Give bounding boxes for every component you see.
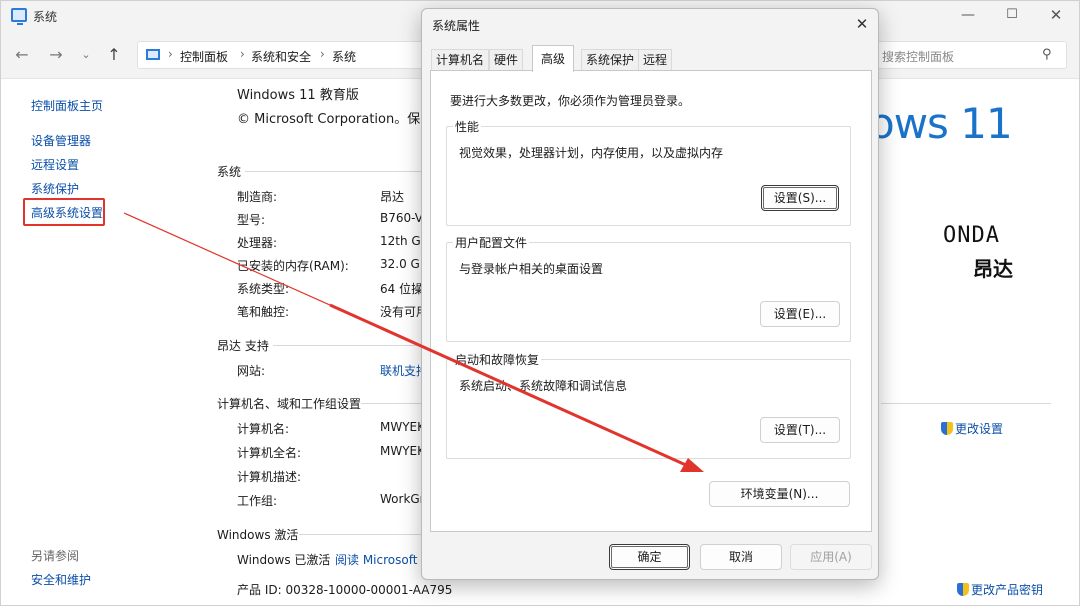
computer-value: MWYEK [380, 420, 425, 434]
computer-label: 工作组: [237, 494, 278, 508]
spec-value: 昂达 [380, 190, 405, 204]
tab-advanced[interactable]: 高级 [532, 45, 575, 72]
computer-label: 计算机描述: [237, 470, 302, 484]
recent-locations-chevron-icon[interactable]: ⌄ [75, 45, 97, 65]
uac-shield-icon [957, 583, 969, 596]
change-product-key-link[interactable]: 更改产品密钥 [957, 581, 1043, 598]
section-divider [299, 534, 421, 535]
uac-shield-icon [941, 422, 953, 435]
dialog-title: 系统属性 [432, 19, 481, 33]
group-description: 与登录帐户相关的桌面设置 [459, 262, 604, 276]
activation-section-heading: Windows 激活 [217, 528, 299, 542]
spec-label: 处理器: [237, 236, 278, 250]
up-arrow-icon[interactable]: ↑ [103, 45, 125, 65]
computer-name-section-heading: 计算机名、域和工作组设置 [217, 397, 362, 411]
performance-settings-button[interactable]: 设置(S)... [761, 185, 839, 211]
see-also-heading: 另请参阅 [31, 549, 80, 563]
breadcrumb-separator-icon: › [240, 47, 245, 61]
activation-status: Windows 已激活 [237, 553, 331, 567]
cancel-button[interactable]: 取消 [700, 544, 782, 570]
spec-label: 系统类型: [237, 282, 290, 296]
windows-edition: Windows 11 教育版 [237, 88, 359, 103]
breadcrumb-separator-icon: › [168, 47, 173, 61]
group-description: 视觉效果，处理器计划，内存使用，以及虚拟内存 [459, 146, 724, 160]
system-protection-link[interactable]: 系统保护 [31, 180, 79, 197]
support-section-heading: 昂达 支持 [217, 339, 269, 353]
performance-group: 性能 视觉效果，处理器计划，内存使用，以及虚拟内存 设置(S)... [446, 118, 851, 226]
control-panel-icon [146, 49, 160, 60]
search-placeholder: 搜索控制面板 [882, 50, 955, 64]
group-label: 性能 [453, 118, 482, 135]
close-window-button[interactable]: ✕ [1041, 5, 1071, 25]
forward-arrow-icon[interactable]: → [45, 45, 67, 65]
section-divider [361, 403, 421, 404]
tab-computer-name[interactable]: 计算机名 [431, 49, 490, 71]
system-properties-dialog: 系统属性 ✕ 计算机名 硬件 高级 系统保护 远程 要进行大多数更改，你必须作为… [421, 8, 879, 580]
group-label: 用户配置文件 [453, 234, 530, 251]
section-divider [273, 345, 421, 346]
system-section-heading: 系统 [217, 165, 242, 179]
apply-button[interactable]: 应用(A) [790, 544, 872, 570]
change-product-key-label: 更改产品密钥 [971, 583, 1044, 597]
back-arrow-icon[interactable]: ← [11, 45, 33, 65]
group-label: 启动和故障恢复 [453, 351, 542, 368]
spec-label: 已安装的内存(RAM): [237, 259, 349, 273]
system-monitor-icon [11, 8, 27, 25]
tab-hardware[interactable]: 硬件 [489, 49, 524, 71]
environment-variables-button[interactable]: 环境变量(N)... [709, 481, 850, 507]
onda-logo: ONDA [943, 223, 1000, 248]
oem-name-logo: 昂达 [973, 257, 1013, 281]
change-settings-link[interactable]: 更改设置 [941, 420, 1003, 437]
section-divider [245, 171, 421, 172]
spec-value: B760-VI [380, 211, 427, 225]
group-description: 系统启动、系统故障和调试信息 [459, 379, 628, 393]
section-divider [881, 403, 1051, 404]
window-title: 系统 [33, 10, 58, 24]
minimize-button[interactable]: — [953, 5, 983, 25]
device-manager-link[interactable]: 设备管理器 [31, 132, 91, 149]
license-terms-link[interactable]: 阅读 Microsoft 软 [335, 551, 433, 568]
tab-system-protection[interactable]: 系统保护 [581, 49, 640, 71]
computer-label: 计算机名: [237, 422, 290, 436]
tab-remote[interactable]: 远程 [638, 49, 673, 71]
remote-settings-link[interactable]: 远程设置 [31, 156, 79, 173]
maximize-button[interactable]: ☐ [997, 5, 1027, 25]
spec-label: 制造商: [237, 190, 278, 204]
website-label: 网站: [237, 364, 266, 378]
breadcrumb-separator-icon: › [320, 47, 325, 61]
breadcrumb-system-security[interactable]: 系统和安全 [251, 48, 311, 65]
spec-label: 笔和触控: [237, 305, 290, 319]
breadcrumb-control-panel[interactable]: 控制面板 [180, 48, 228, 65]
dialog-close-button[interactable]: ✕ [850, 13, 874, 35]
product-id: 产品 ID: 00328-10000-00001-AA795 [237, 583, 453, 597]
change-settings-label: 更改设置 [955, 422, 1004, 436]
search-box[interactable]: 搜索控制面板 ⚲ [873, 41, 1067, 69]
ok-button[interactable]: 确定 [609, 544, 690, 570]
control-panel-home-link[interactable]: 控制面板主页 [31, 97, 103, 114]
startup-recovery-settings-button[interactable]: 设置(T)... [760, 417, 840, 443]
computer-value: MWYEK [380, 444, 425, 458]
computer-value: WorkGr [380, 492, 425, 506]
user-profiles-group: 用户配置文件 与登录帐户相关的桌面设置 设置(E)... [446, 234, 851, 342]
spec-label: 型号: [237, 213, 266, 227]
security-maintenance-link[interactable]: 安全和维护 [31, 571, 91, 588]
highlight-box [23, 198, 105, 226]
advanced-tab-panel: 要进行大多数更改，你必须作为管理员登录。 性能 视觉效果，处理器计划，内存使用，… [430, 70, 872, 532]
breadcrumb-system[interactable]: 系统 [332, 48, 356, 65]
user-profiles-settings-button[interactable]: 设置(E)... [760, 301, 840, 327]
windows-11-logo: ows 11 [869, 99, 1013, 148]
computer-label: 计算机全名: [237, 446, 302, 460]
search-icon[interactable]: ⚲ [1042, 47, 1052, 62]
copyright-text: © Microsoft Corporation。保留所 [237, 112, 447, 127]
admin-note: 要进行大多数更改，你必须作为管理员登录。 [450, 94, 691, 108]
startup-recovery-group: 启动和故障恢复 系统启动、系统故障和调试信息 设置(T)... [446, 351, 851, 459]
